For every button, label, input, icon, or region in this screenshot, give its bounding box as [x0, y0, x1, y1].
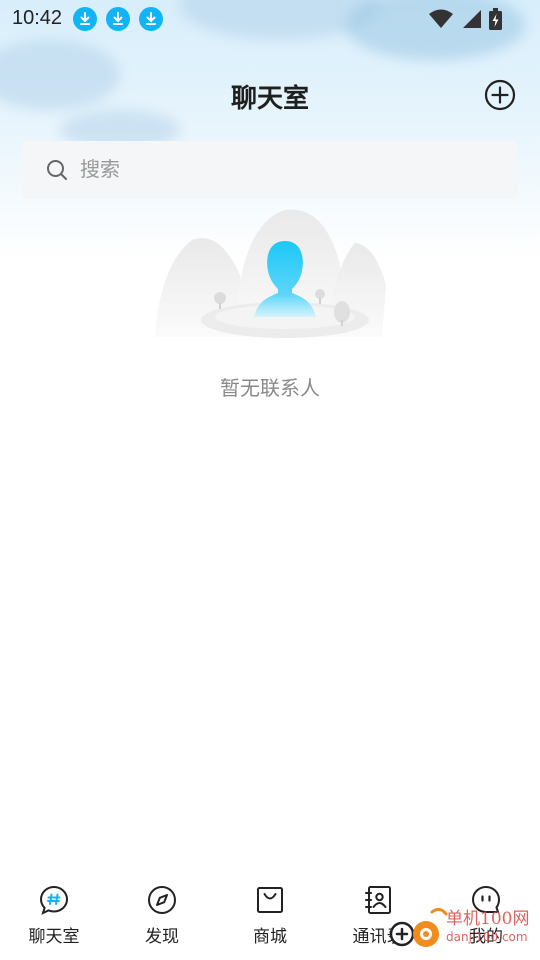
signal-icon: [463, 10, 481, 28]
wifi-icon: [429, 9, 453, 28]
compass-icon: [148, 886, 176, 914]
download-icon: [139, 7, 163, 31]
add-button[interactable]: [484, 79, 516, 111]
tab-label: 发现: [145, 927, 179, 946]
battery-charging-icon: [489, 8, 502, 30]
download-icon: [73, 7, 97, 31]
tab-label: 聊天室: [28, 927, 80, 946]
status-bar: 10:42: [0, 0, 540, 38]
empty-contacts-illustration: [155, 209, 386, 338]
chat-hash-icon: [39, 885, 69, 915]
download-icon: [106, 7, 130, 31]
tab-label: 商城: [253, 927, 287, 946]
status-time: 10:42: [12, 7, 63, 29]
page-title: 聊天室: [230, 83, 309, 113]
empty-state-text: 暂无联系人: [220, 378, 320, 400]
search-input[interactable]: [78, 157, 482, 183]
search-icon: [47, 160, 67, 180]
tab-chatroom[interactable]: 聊天室: [0, 874, 108, 960]
tab-mall[interactable]: 商城: [216, 874, 324, 960]
watermark-logo-icon: [389, 907, 448, 947]
watermark-url: danji100.com: [446, 930, 528, 944]
site-watermark: 单机100网 danji100.com: [388, 898, 538, 958]
watermark-text: 单机100网: [446, 909, 530, 929]
tab-discover[interactable]: 发现: [108, 874, 216, 960]
search-bar[interactable]: [22, 141, 518, 199]
shopping-bag-icon: [257, 887, 283, 913]
plus-circle-icon: [484, 79, 516, 111]
system-icons: [429, 8, 502, 30]
